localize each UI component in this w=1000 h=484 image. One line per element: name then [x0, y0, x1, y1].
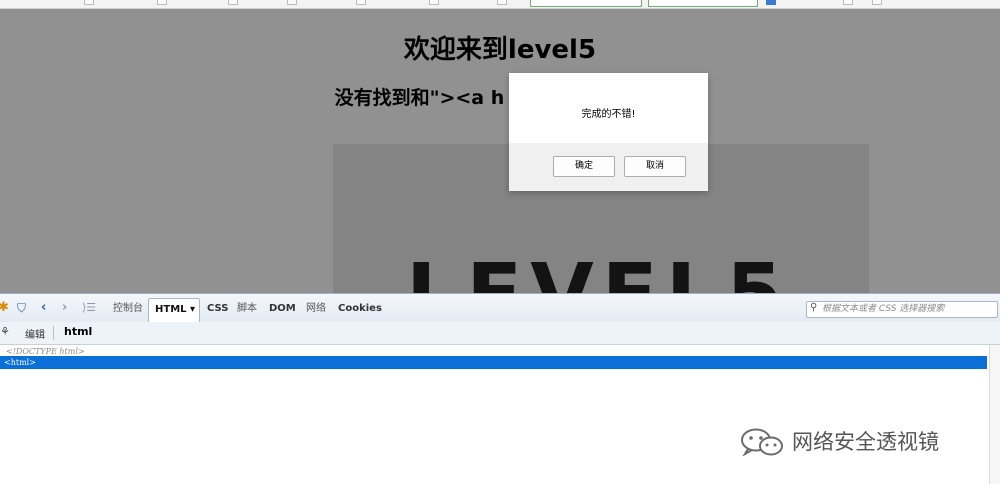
cancel-button[interactable]: 取消	[624, 156, 686, 177]
tab-network[interactable]: 网络	[306, 302, 326, 316]
html-tree: <!DOCTYPE html> <html>	[0, 345, 988, 484]
alert-dialog: 完成的不错! 确定 取消	[509, 73, 708, 191]
doctype-node[interactable]: <!DOCTYPE html>	[6, 347, 85, 356]
edit-button[interactable]: 编辑	[25, 326, 45, 341]
ok-button[interactable]: 确定	[553, 156, 615, 177]
devtools-subtoolbar: ⚘ 编辑 html	[0, 322, 1000, 345]
page-viewport: 欢迎来到level5 没有找到和"><a h (1)'>相关的结果. LEVEL…	[0, 9, 1000, 293]
firebug-icon[interactable]: ✱	[0, 300, 9, 316]
devtools-toolbar: ✱ ⛉ ‹ › ⟩☰ 控制台 HTML ▾ CSS 脚本 DOM 网络 Cook…	[0, 293, 1000, 323]
inspect-node-icon[interactable]: ⚘	[0, 325, 10, 338]
devtools-search[interactable]: ⚲	[806, 301, 998, 318]
divider	[53, 326, 54, 340]
toolbar-mark	[157, 0, 167, 5]
browser-field[interactable]	[530, 0, 642, 7]
toolbar-mark	[356, 0, 366, 5]
tab-html-label: HTML ▾	[155, 304, 196, 315]
inspect-icon[interactable]: ⛉	[17, 300, 26, 316]
modal-overlay	[0, 9, 1000, 293]
selected-node-row[interactable]: <html>	[0, 356, 987, 369]
toolbar-mark	[84, 0, 94, 5]
html-node-label: <html>	[4, 358, 36, 367]
back-icon[interactable]: ‹	[41, 300, 46, 316]
toolbar-mark	[872, 0, 882, 5]
forward-icon[interactable]: ›	[62, 300, 67, 316]
tab-cookies[interactable]: Cookies	[338, 302, 382, 316]
watermark-text: 网络安全透视镜	[792, 430, 939, 454]
browser-top-strip	[0, 0, 1000, 9]
checkbox-icon[interactable]	[766, 0, 776, 5]
toolbar-mark	[843, 0, 853, 5]
toolbar-mark	[497, 0, 507, 5]
tab-css[interactable]: CSS	[207, 302, 228, 316]
toolbar-mark	[429, 0, 439, 5]
side-panel-edge	[989, 345, 1000, 484]
dialog-footer: 确定 取消	[509, 143, 708, 191]
tab-console[interactable]: 控制台	[113, 302, 143, 316]
command-icon[interactable]: ⟩☰	[82, 300, 96, 316]
dialog-message: 完成的不错!	[581, 109, 636, 120]
toolbar-mark	[228, 0, 238, 5]
wechat-icon	[741, 428, 783, 456]
tab-dom[interactable]: DOM	[269, 302, 296, 316]
search-input[interactable]	[822, 303, 992, 315]
breadcrumb[interactable]: html	[64, 325, 92, 338]
search-icon: ⚲	[810, 302, 818, 313]
tab-script[interactable]: 脚本	[237, 302, 257, 316]
browser-field[interactable]	[648, 0, 758, 7]
toolbar-mark	[287, 0, 297, 5]
tab-html[interactable]: HTML ▾	[148, 298, 200, 323]
